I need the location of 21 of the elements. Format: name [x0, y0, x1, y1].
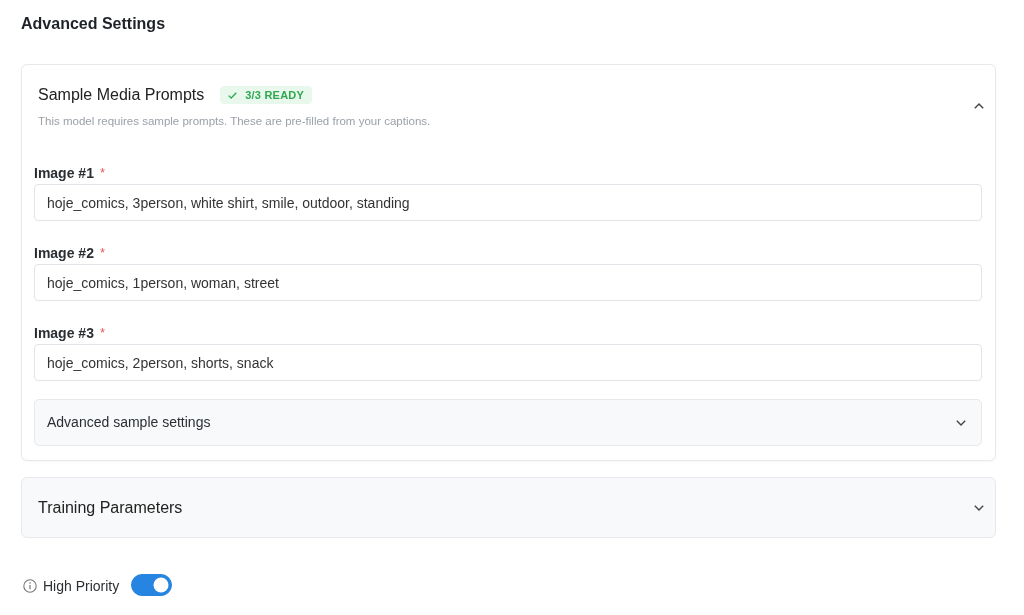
chevron-down-icon[interactable]: [974, 505, 984, 511]
chevron-up-icon[interactable]: [974, 103, 984, 109]
field-label: Image #3: [34, 324, 94, 343]
panel-title: Sample Media Prompts: [38, 85, 205, 105]
chevron-down-icon[interactable]: [956, 419, 966, 426]
check-icon: [228, 91, 238, 99]
status-badge: 3/3 READY: [220, 86, 312, 104]
required-mark: *: [99, 324, 105, 342]
field-label: Image #2: [34, 244, 94, 263]
info-icon: [23, 579, 37, 593]
field-label: Image #1: [34, 164, 94, 183]
required-mark: *: [99, 244, 105, 262]
prompt-input[interactable]: hoje_comics, 1person, woman, street: [34, 264, 982, 301]
toggle-label: High Priority: [43, 576, 120, 596]
section-heading: Advanced Settings: [21, 14, 167, 34]
prompt-input[interactable]: hoje_comics, 3person, white shirt, smile, outdoor, standing: [34, 184, 982, 221]
collapsible-row[interactable]: Advanced sample settings: [34, 399, 982, 446]
panel-description: This model requires sample prompts. These are pre-filled from your captions.: [38, 114, 432, 129]
toggle-switch[interactable]: [131, 574, 173, 596]
required-mark: *: [99, 164, 105, 182]
prompt-input[interactable]: hoje_comics, 2person, shorts, snack: [34, 344, 982, 381]
